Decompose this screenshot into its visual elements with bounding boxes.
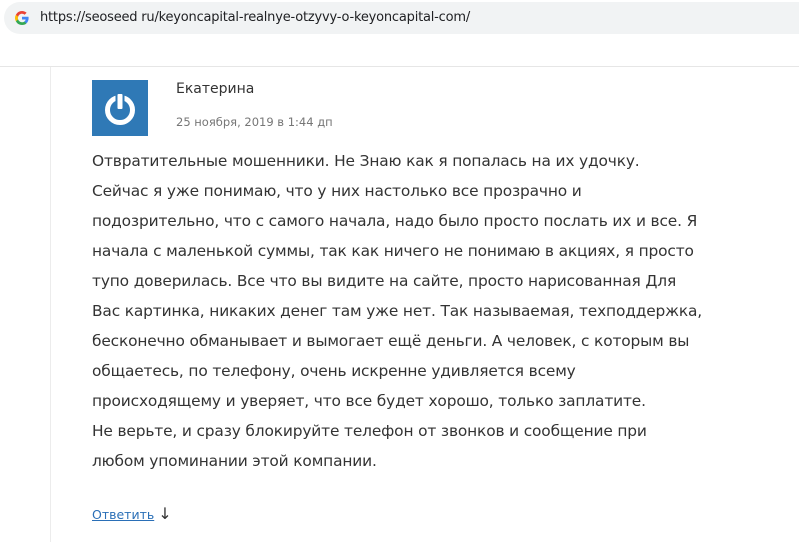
comment-line: подозрительно, что с самого начала, надо… [92, 212, 698, 230]
comment-author[interactable]: Екатерина [176, 81, 254, 97]
comment-line: начала с маленькой суммы, так как ничего… [92, 242, 694, 260]
column-divider [50, 67, 51, 542]
header-divider [0, 66, 799, 67]
comment-line: любом упоминании этой компании. [92, 452, 377, 470]
comment-line: Сейчас я уже понимаю, что у них настольк… [92, 182, 582, 200]
reply-link[interactable]: Ответить [92, 507, 154, 522]
comment-line: бесконечно обманывает и вымогает ещё ден… [92, 332, 690, 350]
reply-container: Ответить ↓ [92, 504, 172, 523]
comment-line: общаетесь, по телефону, очень искренне у… [92, 362, 576, 380]
arrow-down-icon: ↓ [158, 504, 172, 523]
comment-date[interactable]: 25 ноября, 2019 в 1:44 дп [176, 115, 333, 129]
address-bar[interactable]: https://seoseed ru/keyoncapital-realnye-… [4, 2, 799, 34]
power-icon [105, 94, 135, 125]
comment-line: Не верьте, и сразу блокируйте телефон от… [92, 422, 647, 440]
url-text[interactable]: https://seoseed ru/keyoncapital-realnye-… [40, 10, 470, 25]
avatar [92, 80, 148, 136]
comment-line: происходящему и уверяет, что все будет х… [92, 392, 646, 410]
comment-line: тупо доверилась. Все что вы видите на са… [92, 272, 677, 290]
comment-body: Отвратительные мошенники. Не Знаю как я … [92, 146, 732, 476]
google-g-icon [14, 10, 30, 26]
comment-line: Вас картинка, никаких денег там уже нет.… [92, 302, 703, 320]
comment-line: Отвратительные мошенники. Не Знаю как я … [92, 152, 640, 170]
page: https://seoseed ru/keyoncapital-realnye-… [0, 0, 799, 542]
